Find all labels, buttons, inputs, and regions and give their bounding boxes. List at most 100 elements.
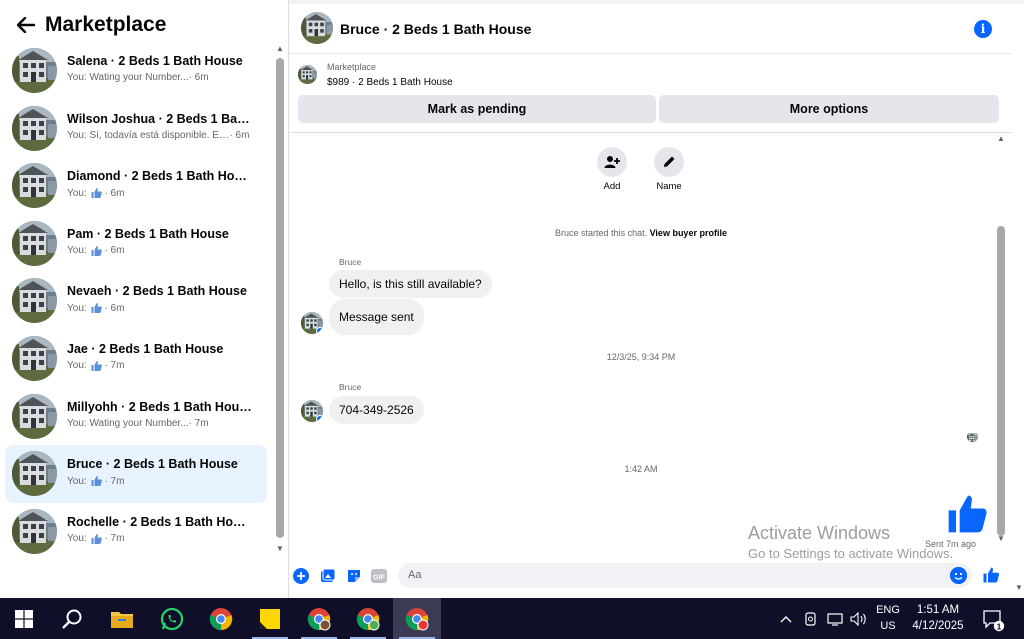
chevron-up-icon[interactable] [776, 598, 796, 639]
conversation-item[interactable]: Nevaeh · 2 Beds 1 Bath House You: · 6m [5, 272, 267, 330]
listing-banner: Marketplace $989 · 2 Beds 1 Bath House M… [289, 55, 1011, 133]
conversation-subtitle: You: · 6m [67, 245, 257, 257]
network-icon[interactable] [824, 598, 846, 639]
listing-thumbnail[interactable] [298, 65, 317, 84]
conversation-avatar [12, 394, 57, 439]
conversation-item[interactable]: Salena · 2 Beds 1 Bath House You: Wating … [5, 42, 267, 100]
input-language[interactable]: ENG US [872, 602, 904, 634]
conversation-item[interactable]: Bruce · 2 Beds 1 Bath House You: · 7m [5, 445, 267, 503]
listing-source: Marketplace [327, 62, 377, 72]
send-like-icon[interactable] [982, 566, 1000, 584]
chat-title[interactable]: Bruce · 2 Beds 1 Bath House [340, 21, 531, 37]
conversation-avatar [12, 451, 57, 496]
volume-icon[interactable] [848, 598, 870, 639]
add-person-action[interactable]: Add [586, 147, 638, 192]
conversation-time: · 6m [104, 302, 125, 314]
pencil-icon [654, 147, 684, 177]
gif-icon[interactable]: GIF [371, 568, 387, 584]
file-explorer-icon[interactable] [98, 598, 146, 639]
search-icon[interactable] [48, 598, 96, 639]
add-label: Add [603, 181, 621, 192]
message-thread: Add Name Bruce started this chat. View b… [289, 134, 993, 560]
meet-now-icon[interactable] [802, 598, 820, 639]
conversation-avatar [12, 163, 57, 208]
sticker-icon[interactable] [346, 568, 362, 584]
sender-avatar[interactable] [301, 400, 323, 422]
conversation-item[interactable]: Rochelle · 2 Beds 1 Bath House You: · 7m [5, 503, 267, 561]
view-buyer-profile-link[interactable]: View buyer profile [650, 228, 727, 238]
sender-name: Bruce [339, 382, 362, 392]
conversation-item[interactable]: Pam · 2 Beds 1 Bath House You: · 6m [5, 215, 267, 273]
clock-time: 1:51 AM [916, 604, 960, 616]
name-action[interactable]: Name [643, 147, 695, 192]
preview-prefix: You: [67, 475, 87, 487]
name-label: Name [656, 181, 682, 192]
whatsapp-icon[interactable] [148, 598, 196, 639]
chat-scrollbar[interactable]: ▲ ▼ [995, 134, 1007, 564]
message-bubble[interactable]: Message sent [329, 299, 424, 335]
system-clock[interactable]: 1:51 AM 4/12/2025 [902, 602, 974, 634]
scroll-up-icon[interactable]: ▲ [276, 44, 284, 53]
thumbs-up-icon [90, 475, 103, 487]
message-preview: Wating your Number... [89, 72, 189, 83]
start-button[interactable] [0, 598, 48, 639]
messenger-app: Marketplace Salena · 2 Beds 1 Bath House… [0, 0, 1024, 598]
started-text: Bruce started this chat. [555, 228, 648, 238]
preview-prefix: You: [67, 360, 87, 372]
mark-as-pending-button[interactable]: Mark as pending [298, 95, 656, 123]
conversation-name: Wilson Joshua · 2 Beds 1 Bath House [67, 111, 252, 126]
page-scroll-down-icon[interactable]: ▼ [1015, 583, 1023, 592]
region-code: US [880, 620, 896, 632]
scrollbar-thumb[interactable] [997, 226, 1005, 536]
photo-icon[interactable] [320, 568, 336, 584]
conversation-item[interactable]: Wilson Joshua · 2 Beds 1 Bath House You: … [5, 100, 267, 158]
preview-prefix: You: [67, 417, 87, 429]
watermark-subtitle: Go to Settings to activate Windows. [748, 546, 954, 561]
notification-center-icon[interactable]: 1 [980, 606, 1006, 632]
conversation-time: · 7m [104, 533, 125, 545]
emoji-icon[interactable] [950, 567, 967, 584]
sender-name: Bruce [339, 257, 362, 267]
scroll-up-icon[interactable]: ▲ [997, 134, 1005, 143]
conversation-item[interactable]: Diamond · 2 Beds 1 Bath House You: · 6m [5, 157, 267, 215]
sticky-notes-icon[interactable] [246, 598, 294, 639]
conversation-avatar [12, 221, 57, 266]
clock-date: 4/12/2025 [912, 620, 964, 632]
chat-avatar[interactable] [301, 12, 333, 44]
sidebar-header: Marketplace [0, 0, 289, 48]
scroll-down-icon[interactable]: ▼ [276, 544, 284, 553]
chat-panel: Bruce · 2 Beds 1 Bath House i Marketplac… [289, 0, 1024, 598]
thumbs-up-icon [90, 533, 103, 545]
language-code: ENG [876, 604, 900, 616]
scrollbar-thumb[interactable] [276, 58, 284, 538]
message-bubble[interactable]: 704-349-2526 [329, 396, 424, 424]
sidebar-title: Marketplace [45, 13, 167, 36]
message-bubble[interactable]: Hello, is this still available? [329, 270, 492, 298]
more-options-button[interactable]: More options [659, 95, 999, 123]
conversation-sidebar: Marketplace Salena · 2 Beds 1 Bath House… [0, 0, 289, 598]
svg-text:GIF: GIF [373, 575, 385, 582]
conversation-item[interactable]: Millyohh · 2 Beds 1 Bath House You: Watin… [5, 388, 267, 446]
conversation-avatar [12, 336, 57, 381]
conversation-time: · 7m [104, 360, 125, 372]
conversation-item[interactable]: Jae · 2 Beds 1 Bath House You: · 7m [5, 330, 267, 388]
conversation-subtitle: You: · 6m [67, 187, 257, 199]
conversation-time: · 6m [229, 129, 250, 141]
conversation-name: Nevaeh · 2 Beds 1 Bath House [67, 284, 247, 299]
back-arrow-icon[interactable] [14, 13, 38, 37]
conversation-name: Bruce · 2 Beds 1 Bath House [67, 457, 238, 472]
plus-circle-icon[interactable] [293, 568, 309, 584]
timestamp: 1:42 AM [624, 464, 658, 474]
conversation-time: · 7m [188, 417, 209, 429]
message-input[interactable]: Aa [398, 563, 972, 588]
sidebar-scrollbar[interactable]: ▲ ▼ [275, 44, 285, 558]
listing-price-title[interactable]: $989 · 2 Beds 1 Bath House [327, 77, 453, 88]
chrome-profile-icon[interactable] [344, 598, 392, 639]
chrome-profile-icon[interactable] [295, 598, 343, 639]
scroll-down-icon[interactable]: ▼ [997, 534, 1005, 543]
info-icon[interactable]: i [974, 20, 992, 38]
sender-avatar[interactable] [301, 312, 323, 334]
chrome-icon[interactable] [197, 598, 245, 639]
chrome-profile-icon[interactable] [393, 598, 441, 639]
preview-prefix: You: [67, 245, 87, 257]
